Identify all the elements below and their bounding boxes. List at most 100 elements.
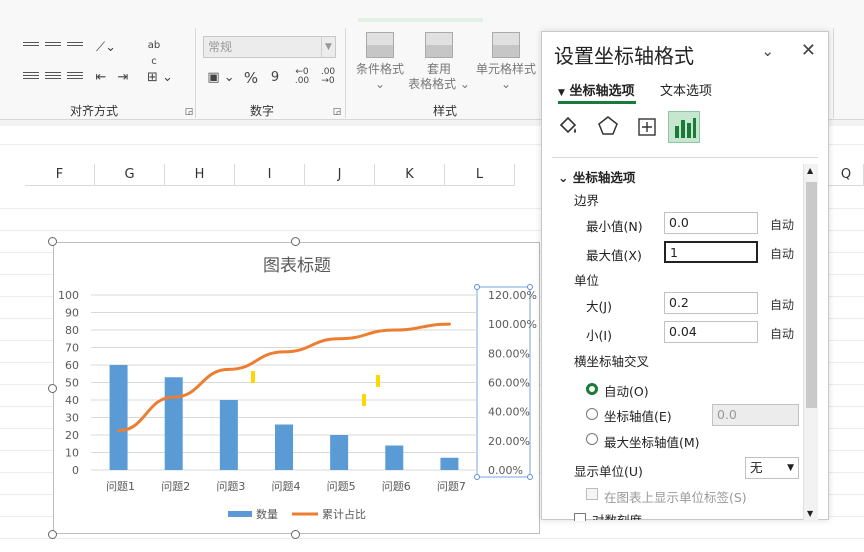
resize-handle[interactable] <box>48 237 57 246</box>
comma-button[interactable]: 9 <box>266 70 284 86</box>
scroll-up-icon[interactable]: ▲ <box>807 166 813 175</box>
chart-title[interactable]: 图表标题 <box>263 256 331 276</box>
divider <box>552 157 818 158</box>
align-right-icon[interactable] <box>66 70 84 86</box>
display-units-value: 无 <box>750 460 763 475</box>
maximum-label: 最大值(X) <box>586 248 642 263</box>
highlight-mark <box>376 375 380 387</box>
minor-auto[interactable]: 自动 <box>770 325 794 342</box>
category-label: 问题1 <box>106 480 135 493</box>
percent-button[interactable]: % <box>242 70 260 86</box>
tab-text-options[interactable]: 文本选项 <box>660 80 712 99</box>
tab-axis-options-label: 坐标轴选项 <box>569 84 635 99</box>
maximum-auto[interactable]: 自动 <box>770 245 794 262</box>
merge-center-icon[interactable]: ⊞ ⌄ <box>144 70 176 86</box>
column-header-l[interactable]: L <box>445 164 515 186</box>
align-middle-icon[interactable] <box>44 40 62 56</box>
scroll-down-icon[interactable]: ▼ <box>807 509 813 518</box>
size-properties-icon[interactable] <box>636 116 658 138</box>
align-left-icon[interactable] <box>22 70 40 86</box>
column-header-k[interactable]: K <box>375 164 445 186</box>
column-header-g[interactable]: G <box>95 164 165 186</box>
fill-line-icon[interactable] <box>556 114 580 138</box>
chart-svg[interactable]: 图表标题 0 10 20 30 40 50 60 70 80 90 100 0.00% 20.00% 4… <box>54 243 541 535</box>
minor-input[interactable]: 0.04 <box>664 321 758 343</box>
orientation-icon[interactable]: ⟋⌄ <box>92 40 120 56</box>
table-icon <box>425 32 453 58</box>
category-label: 问题4 <box>272 480 301 493</box>
bar <box>330 435 349 470</box>
chart-area[interactable]: 图表标题 0 10 20 30 40 50 60 70 80 90 100 0.00% 20.00% 4… <box>53 242 540 534</box>
axis-options-icon[interactable] <box>668 111 700 143</box>
radio-auto[interactable] <box>586 383 598 395</box>
currency-icon[interactable]: ▣ ⌄ <box>205 70 237 86</box>
format-as-table-button[interactable]: 套用 表格格式 ⌄ <box>408 32 470 92</box>
tab-axis-options[interactable]: ▼ 坐标轴选项 <box>558 80 634 99</box>
radio-max-value-label[interactable]: 最大坐标轴值(M) <box>604 432 700 451</box>
decrease-decimal-icon[interactable]: .00 →0 <box>318 68 338 86</box>
highlight-mark <box>362 394 366 406</box>
decrease-indent-icon[interactable]: ⇤ <box>92 70 110 86</box>
conditional-format-icon <box>366 32 394 58</box>
right-tick-label: 120.00% <box>488 289 537 302</box>
log-scale-label[interactable]: 对数刻度 <box>592 510 642 520</box>
column-header-q[interactable]: Q <box>829 164 864 186</box>
bar <box>109 365 128 470</box>
show-units-checkbox[interactable] <box>586 488 598 500</box>
left-tick-label: 60 <box>65 359 79 372</box>
major-auto[interactable]: 自动 <box>770 296 794 313</box>
increase-indent-icon[interactable]: ⇥ <box>114 70 132 86</box>
scrollbar-thumb[interactable] <box>806 182 817 408</box>
radio-axis-value-label[interactable]: 坐标轴值(E) <box>604 406 672 425</box>
radio-axis-value[interactable] <box>586 408 598 420</box>
pane-scrollbar[interactable]: ▲ ▼ <box>803 164 818 520</box>
right-axis-ticks[interactable]: 0.00% 20.00% 40.00% 60.00% 80.00% 100.00% 120.… <box>474 284 537 480</box>
resize-handle[interactable] <box>291 237 300 246</box>
resize-handle[interactable] <box>291 530 300 539</box>
align-center-icon[interactable] <box>44 70 62 86</box>
increase-decimal-icon[interactable]: ←0.00 <box>292 68 312 86</box>
align-bottom-icon[interactable] <box>66 40 84 56</box>
radio-auto-label[interactable]: 自动(O) <box>604 381 649 400</box>
minor-label: 小(I) <box>586 328 612 343</box>
minimum-input[interactable]: 0.0 <box>664 212 758 234</box>
left-axis-ticks[interactable]: 0 10 20 30 40 50 60 70 80 90 100 <box>58 289 79 477</box>
resize-handle[interactable] <box>48 384 57 393</box>
radio-max-value[interactable] <box>586 433 598 445</box>
chevron-down-icon: ⌄ <box>500 77 512 91</box>
log-scale-checkbox[interactable] <box>574 513 586 521</box>
cell-styles-button[interactable]: 单元格样式 ⌄ <box>474 32 538 92</box>
display-units-select[interactable]: 无 ▼ <box>745 457 799 479</box>
ribbon-active-indicator <box>358 18 483 22</box>
chevron-down-icon[interactable]: ⌄ <box>761 42 774 60</box>
axis-value-input[interactable]: 0.0 <box>712 404 799 426</box>
maximum-input[interactable]: 1 <box>664 241 758 263</box>
category-label: 问题2 <box>161 480 190 493</box>
axis-selection-handle <box>474 474 480 480</box>
close-icon[interactable]: ✕ <box>801 40 816 61</box>
column-header-i[interactable]: I <box>235 164 305 186</box>
cross-label: 横坐标轴交叉 <box>574 354 650 369</box>
axis-selection-handle <box>527 474 533 480</box>
column-header-h[interactable]: H <box>165 164 235 186</box>
active-tab-indicator <box>558 101 636 104</box>
column-header-j[interactable]: J <box>305 164 375 186</box>
align-top-icon[interactable] <box>22 40 40 56</box>
section-axis-options[interactable]: ⌄ 坐标轴选项 <box>558 167 635 186</box>
left-tick-label: 90 <box>65 307 79 320</box>
legend[interactable]: 数量 累计占比 <box>228 507 366 521</box>
number-launcher-icon[interactable]: ◲ <box>328 104 346 120</box>
conditional-format-button[interactable]: 条件格式 ⌄ <box>352 32 408 92</box>
resize-handle[interactable] <box>48 530 57 539</box>
chevron-down-icon: ⌄ <box>374 77 386 91</box>
category-label: 问题3 <box>216 480 245 493</box>
right-tick-label: 60.00% <box>488 377 530 390</box>
effects-icon[interactable] <box>596 114 620 138</box>
minimum-auto[interactable]: 自动 <box>770 216 794 233</box>
chevron-down-icon: ⌄ <box>558 170 573 185</box>
left-tick-label: 80 <box>65 324 79 337</box>
column-header-f[interactable]: F <box>25 164 95 186</box>
number-format-select[interactable]: 常规 ▼ <box>203 36 336 58</box>
major-input[interactable]: 0.2 <box>664 292 758 314</box>
wrap-text-icon[interactable]: ab c <box>146 38 162 67</box>
